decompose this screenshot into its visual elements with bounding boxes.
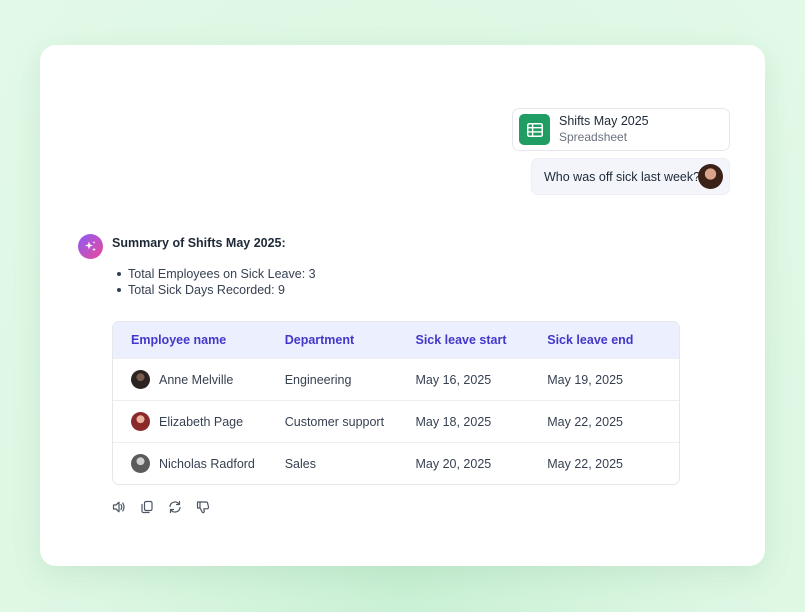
thumbs-down-icon: [196, 501, 210, 514]
column-header-sick-leave-end: Sick leave end: [547, 333, 634, 347]
attachment-subtitle: Spreadsheet: [559, 130, 628, 144]
read-aloud-button[interactable]: [112, 500, 126, 514]
column-header-department: Department: [284, 333, 355, 347]
summary-item: Total Employees on Sick Leave: 3: [117, 266, 316, 282]
speaker-icon: [112, 501, 125, 513]
column-header-sick-leave-start: Sick leave start: [415, 333, 507, 347]
table-row: Elizabeth Page Customer support May 18, …: [113, 400, 679, 442]
regenerate-button[interactable]: [168, 500, 182, 514]
sparkle-icon: [85, 241, 96, 252]
attachment-card[interactable]: Shifts May 2025 Spreadsheet: [512, 108, 730, 151]
avatar: [131, 412, 150, 431]
message-actions: [112, 500, 210, 514]
summary-list: Total Employees on Sick Leave: 3 Total S…: [117, 266, 316, 298]
table-row: Anne Melville Engineering May 16, 2025 M…: [113, 358, 679, 400]
spreadsheet-icon: [519, 114, 550, 145]
regenerate-icon: [169, 500, 181, 514]
avatar: [131, 370, 150, 389]
dislike-button[interactable]: [196, 500, 210, 514]
sick-leave-table: Employee name Department Sick leave star…: [112, 321, 680, 485]
assistant-avatar: [78, 234, 103, 259]
sick-leave-end: May 22, 2025: [547, 414, 623, 429]
sick-leave-start: May 16, 2025: [415, 372, 492, 387]
employee-name: Elizabeth Page: [159, 414, 244, 429]
employee-name: Anne Melville: [159, 372, 234, 387]
sick-leave-end: May 22, 2025: [547, 456, 623, 471]
table-row: Nicholas Radford Sales May 20, 2025 May …: [113, 442, 679, 484]
department: Sales: [284, 456, 316, 471]
attachment-title: Shifts May 2025: [559, 114, 649, 128]
column-header-employee-name: Employee name: [131, 333, 227, 347]
sick-leave-start: May 20, 2025: [415, 456, 492, 471]
department: Customer support: [284, 414, 385, 429]
user-message-text: Who was off sick last week?: [544, 169, 701, 184]
copy-icon: [141, 500, 153, 514]
summary-item: Total Sick Days Recorded: 9: [117, 282, 316, 298]
user-avatar: [698, 164, 723, 189]
avatar: [131, 454, 150, 473]
user-message-bubble: Who was off sick last week?: [531, 158, 730, 195]
copy-button[interactable]: [140, 500, 154, 514]
chat-card: Shifts May 2025 Spreadsheet Who was off …: [40, 45, 765, 566]
assistant-heading: Summary of Shifts May 2025:: [112, 236, 286, 250]
sick-leave-end: May 19, 2025: [547, 372, 623, 387]
sick-leave-start: May 18, 2025: [415, 414, 492, 429]
employee-name: Nicholas Radford: [159, 456, 255, 471]
table-header: Employee name Department Sick leave star…: [113, 322, 679, 358]
department: Engineering: [284, 372, 352, 387]
